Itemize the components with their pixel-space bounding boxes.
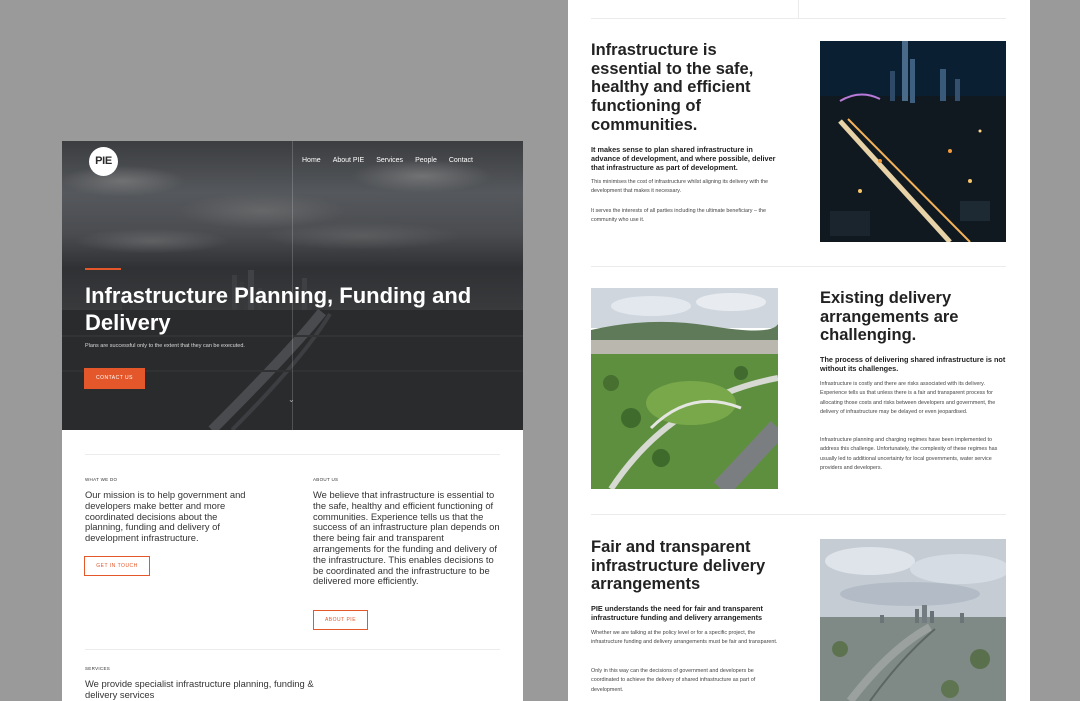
services-text: We provide specialist infrastructure pla… — [85, 678, 314, 700]
about-us-label: ABOUT US — [313, 477, 339, 482]
park-aerial-photo — [591, 288, 778, 489]
scroll-down-chevron-icon[interactable]: ⌄ — [288, 395, 295, 404]
hero-subtitle: Plans are successful only to the extent … — [85, 343, 245, 349]
what-we-do-text: Our mission is to help government and de… — [85, 489, 246, 544]
nav-people[interactable]: People — [415, 157, 437, 164]
hero-section: PIE Home About PIE Services People Conta… — [62, 141, 523, 430]
services-label: SERVICES — [85, 666, 111, 671]
section2-subheading: The process of delivering shared infrast… — [820, 355, 1006, 373]
homepage-mockup: PIE Home About PIE Services People Conta… — [62, 141, 523, 701]
divider — [591, 266, 1006, 267]
hero-title: Infrastructure Planning, Funding and Del… — [85, 283, 472, 335]
section1-paragraph: It serves the interests of all parties i… — [591, 208, 766, 224]
section1-heading: Infrastructure is essential to the safe,… — [591, 41, 754, 134]
about-pie-button[interactable]: ABOUT PIE — [313, 610, 368, 630]
about-us-text: We believe that infrastructure is essent… — [313, 489, 500, 587]
section3-paragraph: Only in this way can the decisions of go… — [591, 668, 756, 693]
pie-logo[interactable]: PIE — [89, 147, 118, 176]
hero-accent-bar — [85, 268, 121, 270]
divider — [591, 514, 1006, 515]
contact-us-button[interactable]: CONTACT US — [84, 368, 145, 389]
divider — [85, 454, 500, 455]
section3-subheading: PIE understands the need for fair and tr… — [591, 604, 763, 622]
get-in-touch-button[interactable]: GET IN TOUCH — [84, 556, 150, 576]
section3-heading: Fair and transparent infrastructure deli… — [591, 538, 766, 594]
nav-contact[interactable]: Contact — [449, 157, 473, 164]
section1-subheading: It makes sense to plan shared infrastruc… — [591, 145, 776, 172]
nav-services[interactable]: Services — [376, 157, 403, 164]
section2-heading: Existing delivery arrangements are chall… — [820, 289, 959, 345]
section2-paragraph: Infrastructure is costly and there are r… — [820, 381, 996, 415]
nav-about[interactable]: About PIE — [333, 157, 365, 164]
what-we-do-label: WHAT WE DO — [85, 477, 118, 482]
section3-paragraph: Whether we are talking at the policy lev… — [591, 630, 778, 646]
night-city-photo — [820, 41, 1006, 242]
divider — [591, 18, 1006, 19]
divider — [798, 0, 799, 18]
nav-home[interactable]: Home — [302, 157, 321, 164]
about-page-mockup: Infrastructure is essential to the safe,… — [568, 0, 1030, 701]
city-aerial-photo — [820, 539, 1006, 701]
section2-paragraph: Infrastructure planning and charging reg… — [820, 437, 998, 471]
divider — [85, 649, 500, 650]
section1-paragraph: This minimises the cost of infrastructur… — [591, 179, 769, 195]
main-nav: Home About PIE Services People Contact — [302, 157, 485, 164]
